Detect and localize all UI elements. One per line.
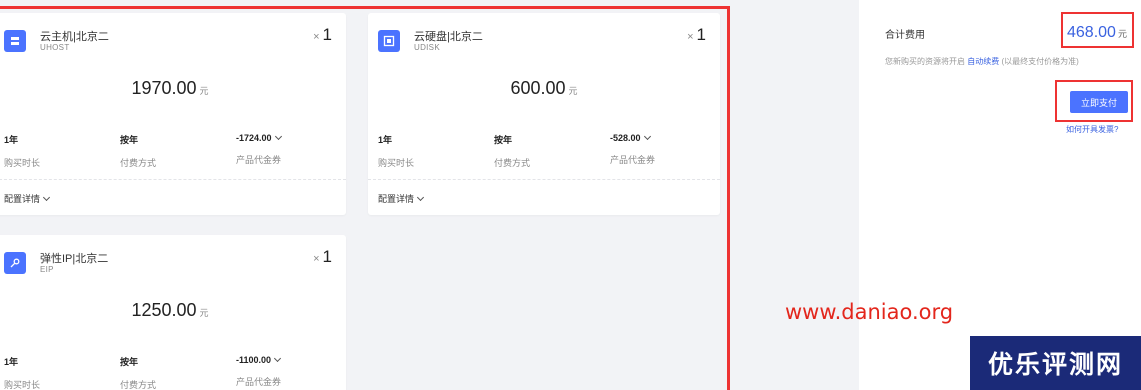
watermark-logo: 优乐评测网 [970, 336, 1141, 390]
product-price: 600.00 元 [510, 78, 578, 98]
total-label: 合计费用 [885, 30, 925, 41]
order-summary-panel: 合计费用 468.00 元 您新购买的资源将开启 自动续费 (以最终支付价格为准)… [859, 0, 1141, 390]
duration-info: 1年 购买时长 [378, 135, 415, 168]
auto-renew-notice: 您新购买的资源将开启 自动续费 (以最终支付价格为准) [885, 57, 1079, 66]
coupon-select[interactable]: -528.00 产品代金券 [610, 132, 655, 166]
product-code: UHOST [40, 43, 70, 52]
product-quantity: × 1 [313, 25, 332, 44]
card-divider [368, 179, 720, 180]
server-icon [4, 30, 26, 52]
product-card-udisk: 云硬盘|北京二 UDISK × 1 600.00 元 1年 购买时长 按年 付费方式… [368, 13, 720, 215]
coupon-select[interactable]: -1724.00 产品代金券 [236, 132, 282, 166]
chevron-down-icon [42, 193, 51, 202]
product-card-uhost: 云主机|北京二 UHOST × 1 1970.00 元 1年 购买时长 按年 付费方… [0, 13, 346, 215]
payment-info: 按年 付费方式 [494, 135, 531, 168]
chevron-down-icon [274, 132, 282, 141]
auto-renew-link[interactable]: 自动续费 [967, 57, 999, 66]
duration-info: 1年 购买时长 [4, 135, 41, 168]
disk-icon [378, 30, 400, 52]
ip-icon [4, 252, 26, 274]
product-title: 云主机|北京二 [40, 31, 109, 43]
total-amount: 468.00 元 [1067, 24, 1127, 41]
card-divider [0, 179, 346, 180]
chevron-down-icon [643, 132, 651, 141]
product-price: 1250.00 元 [131, 300, 209, 320]
payment-info: 按年 付费方式 [120, 135, 157, 168]
product-code: UDISK [414, 43, 440, 52]
product-title: 弹性IP|北京二 [40, 253, 109, 265]
watermark-url: www.daniao.org [785, 300, 954, 324]
config-details-toggle[interactable]: 配置详情 [4, 192, 51, 205]
chevron-down-icon [416, 193, 425, 202]
product-quantity: × 1 [687, 25, 706, 44]
payment-info: 按年 付费方式 [120, 357, 157, 390]
invoice-link[interactable]: 如何开具发票? [1066, 124, 1118, 135]
pay-now-button[interactable]: 立即支付 [1070, 91, 1128, 113]
duration-info: 1年 购买时长 [4, 357, 41, 390]
product-price: 1970.00 元 [131, 78, 209, 98]
chevron-down-icon [274, 354, 282, 363]
coupon-select[interactable]: -1100.00 产品代金券 [236, 354, 282, 388]
product-title: 云硬盘|北京二 [414, 31, 483, 43]
product-code: EIP [40, 265, 54, 274]
config-details-toggle[interactable]: 配置详情 [378, 192, 425, 205]
product-card-eip: 弹性IP|北京二 EIP × 1 1250.00 元 1年 购买时长 按年 付费方式… [0, 235, 346, 390]
product-quantity: × 1 [313, 247, 332, 266]
